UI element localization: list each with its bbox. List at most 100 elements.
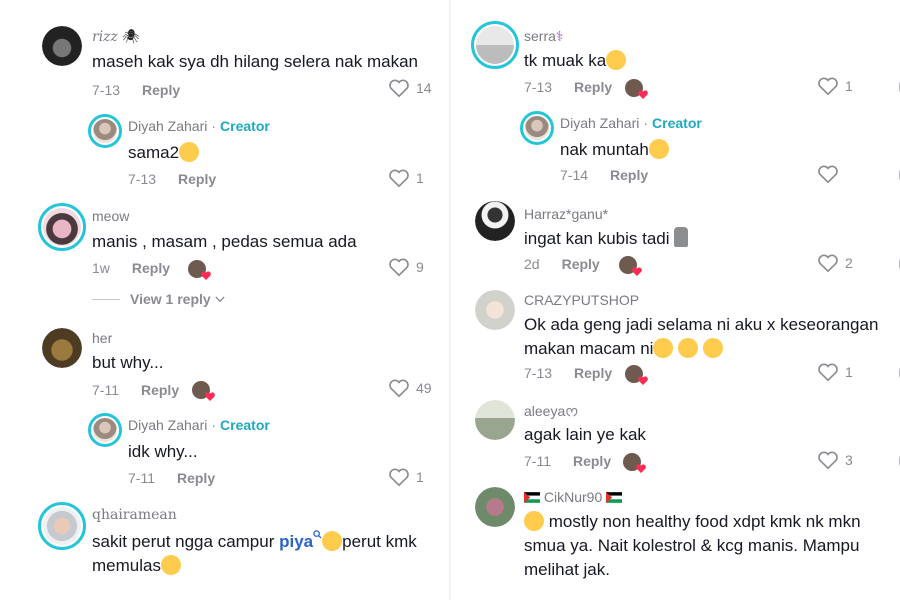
comment-username[interactable]: serra⚕ (524, 28, 563, 45)
comment-date: 7-11 (92, 382, 119, 398)
crying-face-emoji (702, 338, 723, 358)
like-button[interactable]: 1 (388, 467, 424, 487)
comment-username[interactable]: Diyah Zahari · Creator (128, 118, 270, 134)
creator-liked-badge (623, 453, 641, 471)
comment-text: but why... (92, 353, 164, 372)
comment-item: CRAZYPUTSHOP Ok ada geng jadi selama ni … (475, 290, 900, 390)
reply-button[interactable]: Reply (177, 470, 215, 486)
heart-outline-icon (818, 165, 838, 184)
avatar[interactable] (475, 290, 515, 330)
comment-item: meow manis , masam , pedas semua ada 1w R… (38, 203, 442, 311)
relieved-face-emoji (524, 511, 544, 531)
comment-text: manis , masam , pedas semua ada (92, 232, 357, 251)
creator-liked-badge (625, 365, 643, 383)
avatar[interactable] (38, 502, 86, 550)
comment-item: CikNur90 mostly non healthy food xdpt km… (475, 487, 900, 587)
crying-face-emoji (678, 338, 699, 358)
comment-item: Harraz*ganu* ingat kan kubis tadi 2d Repl… (475, 201, 900, 277)
reply-button[interactable]: Reply (141, 382, 179, 398)
reply-button[interactable]: Reply (574, 79, 612, 95)
comment-date: 7-13 (524, 365, 553, 381)
thread-line (92, 298, 120, 300)
comment-meta: 7-11 Reply (524, 453, 611, 469)
comment-username[interactable]: Diyah Zahari · Creator (128, 417, 270, 433)
reply-button[interactable]: Reply (562, 256, 600, 272)
comment-text: ingat kan kubis tadi (524, 227, 689, 251)
avatar[interactable] (42, 328, 82, 368)
like-button[interactable]: 1 (388, 168, 424, 188)
view-replies-button[interactable]: View 1 reply (92, 291, 225, 307)
like-button[interactable]: 14 (388, 78, 432, 98)
column-divider (449, 0, 451, 600)
creator-avatar[interactable] (88, 114, 122, 148)
relieved-face-emoji (606, 50, 627, 70)
comment-username[interactable]: Diyah Zahari · Creator (560, 115, 702, 131)
search-icon[interactable] (313, 530, 322, 539)
comment-meta: 7-13 Reply (524, 79, 612, 95)
comment-text: agak lain ye kak (524, 425, 646, 444)
like-button[interactable] (817, 164, 845, 184)
comment-meta: 2d Reply (524, 256, 600, 272)
comment-username[interactable]: her (92, 330, 112, 346)
avatar[interactable] (475, 400, 515, 440)
comment-meta: 7-13 Reply (128, 171, 216, 187)
comment-item: serra⚕ tk muak ka 7-13 Reply 1 (471, 21, 900, 101)
creator-avatar[interactable] (520, 111, 554, 145)
creator-avatar[interactable] (88, 413, 122, 447)
spider-icon: 🕷 (121, 28, 140, 44)
comment-username[interactable]: CRAZYPUTSHOP (524, 292, 639, 308)
reply-item: Diyah Zahari · Creator nak muntah 7-14 Repl… (520, 111, 900, 187)
palestine-flag-icon (524, 492, 540, 503)
like-button[interactable]: 1 (817, 76, 853, 96)
like-count: 1 (845, 364, 853, 380)
like-button[interactable]: 49 (388, 378, 432, 398)
comment-username[interactable]: CikNur90 (524, 489, 623, 505)
dna-icon: ⚕ (555, 28, 564, 44)
comments-column-right: serra⚕ tk muak ka 7-13 Reply 1 Diyah Zaha… (455, 0, 900, 600)
mention-link[interactable]: piya (279, 532, 313, 551)
avatar[interactable] (475, 201, 515, 241)
like-count: 2 (845, 255, 853, 271)
comment-text: sama2 (128, 141, 200, 165)
reply-item: Diyah Zahari · Creator sama2 7-13 Reply 1 (88, 114, 442, 190)
glyph-icon: ᰔ (565, 403, 579, 419)
heart-outline-icon (818, 451, 838, 470)
reply-button[interactable]: Reply (142, 82, 180, 98)
like-button[interactable]: 2 (817, 253, 853, 273)
heart-outline-icon (389, 169, 409, 188)
reply-button[interactable]: Reply (574, 365, 612, 381)
reply-button[interactable]: Reply (573, 453, 611, 469)
comment-username[interactable]: aleeyaᰔ (524, 402, 578, 423)
creator-liked-badge (188, 260, 206, 278)
reply-button[interactable]: Reply (610, 167, 648, 183)
comment-date: 7-13 (128, 171, 157, 187)
palestine-flag-icon (606, 492, 623, 503)
like-count: 1 (845, 78, 853, 94)
avatar[interactable] (38, 203, 86, 251)
creator-badge: Creator (652, 115, 702, 131)
comment-meta: 1w Reply (92, 260, 170, 276)
avatar[interactable] (471, 21, 519, 69)
like-button[interactable]: 1 (817, 362, 853, 382)
comment-username[interactable]: rizz 🕷 (92, 28, 140, 45)
comment-date: 2d (524, 256, 540, 272)
comment-date: 7-13 (524, 79, 553, 95)
avatar[interactable] (475, 487, 515, 527)
comment-username[interactable]: Harraz*ganu* (524, 206, 608, 222)
moai-emoji (674, 227, 689, 247)
creator-liked-badge (192, 381, 210, 399)
comment-date: 7-11 (128, 470, 155, 486)
reply-button[interactable]: Reply (178, 171, 216, 187)
relieved-face-emoji (648, 139, 669, 159)
comment-username[interactable]: meow (92, 208, 129, 224)
heart-outline-icon (389, 79, 409, 98)
comment-date: 7-11 (524, 453, 551, 469)
like-button[interactable]: 9 (388, 257, 424, 277)
comment-item: qhairamean sakit perut ngga campur piya p… (38, 502, 442, 592)
reply-button[interactable]: Reply (132, 260, 170, 276)
comment-username[interactable]: qhairamean (92, 507, 177, 523)
heart-outline-icon (818, 77, 838, 96)
like-button[interactable]: 3 (817, 450, 853, 470)
avatar[interactable] (42, 26, 82, 66)
comment-meta: 7-11 Reply (128, 470, 215, 486)
